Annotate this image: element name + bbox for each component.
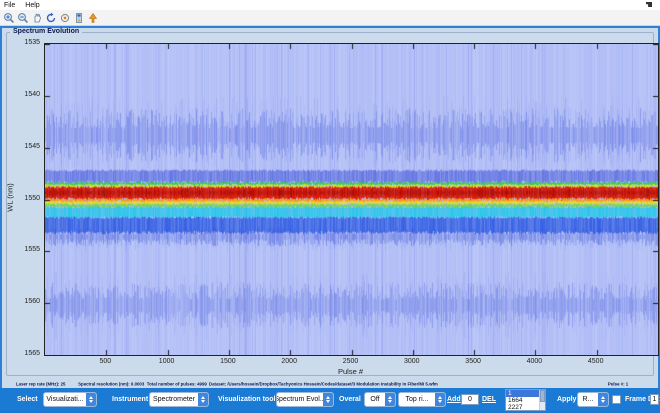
list-item[interactable]: 2227	[506, 404, 539, 410]
select-dropdown[interactable]: Visualizati...	[44, 393, 96, 406]
dropdown-arrows-icon	[198, 393, 208, 406]
delete-button[interactable]: DEL	[482, 396, 496, 403]
status-pulse-index: Pulse #: 1	[608, 382, 628, 387]
x-tick-label: 3500	[465, 358, 481, 365]
dropdown-arrows-icon	[385, 393, 395, 406]
status-pulses: Total number of pulses: 4999	[147, 382, 207, 387]
x-tick-label: 4500	[588, 358, 604, 365]
y-tick-label: 1565	[2, 350, 40, 357]
vis-tool-label: Visualization tool:	[218, 396, 278, 403]
status-dataset: Dataset: /Users/hossein/Dropbox/Tachyoni…	[209, 382, 438, 387]
colorbar-icon[interactable]	[73, 12, 85, 24]
main-panel: Spectrum Evolution 500 1000 1500 2000 2500 30…	[0, 26, 660, 413]
rotate-3d-icon[interactable]	[45, 12, 57, 24]
menu-file[interactable]: File	[4, 2, 15, 9]
y-tick-label: 1540	[2, 91, 40, 98]
overall-dropdown-value: Off	[365, 393, 385, 406]
position-dropdown-value: Top ri...	[399, 393, 435, 406]
window-menu-icon[interactable]	[646, 2, 652, 7]
vis-tool-dropdown-value: Spectrum Evol...	[277, 393, 323, 406]
x-tick-label: 2000	[281, 358, 297, 365]
x-tick-label: 500	[99, 358, 111, 365]
menu-bar: File Help	[0, 0, 660, 10]
y-axis-label: WL (nm)	[6, 128, 15, 268]
frame-ds-input[interactable]	[650, 394, 659, 405]
add-index-input[interactable]	[461, 394, 479, 405]
apply-checkbox[interactable]	[612, 395, 621, 404]
pulse-listbox[interactable]: 116642227	[505, 389, 546, 411]
dropdown-arrows-icon	[435, 393, 445, 406]
dropdown-arrows-icon	[323, 393, 333, 406]
x-axis-label: Pulse #	[44, 367, 657, 376]
x-tick-label: 4000	[527, 358, 543, 365]
control-bar: Select Visualizati... Instrument Spectro…	[0, 388, 660, 413]
pan-icon[interactable]	[31, 12, 43, 24]
select-label: Select	[17, 396, 38, 403]
dropdown-arrows-icon	[86, 393, 96, 406]
x-tick-label: 1000	[159, 358, 175, 365]
overall-dropdown[interactable]: Off	[365, 393, 395, 406]
edit-plot-icon[interactable]	[87, 12, 99, 24]
status-resolution: Spectral resolution (nm): 0.0003	[78, 382, 144, 387]
instrument-label: Instrument	[112, 396, 148, 403]
panel-title: Spectrum Evolution	[10, 28, 82, 35]
y-tick-label: 1560	[2, 298, 40, 305]
x-tick-label: 1500	[220, 358, 236, 365]
vis-tool-dropdown[interactable]: Spectrum Evol...	[277, 393, 333, 406]
zoom-out-icon[interactable]	[17, 12, 29, 24]
x-tick-label: 2500	[343, 358, 359, 365]
menu-help[interactable]: Help	[25, 2, 39, 9]
apply-dropdown[interactable]: R...	[578, 393, 608, 406]
figure-toolbar	[0, 10, 660, 26]
list-item[interactable]: 1	[506, 390, 539, 397]
status-rep-rate: Laser rep rate (MHz): 25	[16, 382, 65, 387]
add-button[interactable]: Add	[447, 396, 461, 403]
zoom-in-icon[interactable]	[3, 12, 15, 24]
listbox-scroll-thumb[interactable]	[540, 390, 545, 402]
instrument-dropdown[interactable]: Spectrometer	[150, 393, 208, 406]
position-dropdown[interactable]: Top ri...	[399, 393, 445, 406]
spectrum-heatmap[interactable]	[44, 43, 659, 356]
x-tick-label: 3000	[404, 358, 420, 365]
instrument-dropdown-value: Spectrometer	[150, 393, 198, 406]
apply-label: Apply	[557, 396, 576, 403]
overall-label: Overal	[339, 396, 361, 403]
dropdown-arrows-icon	[598, 393, 608, 406]
data-cursor-icon[interactable]	[59, 12, 71, 24]
apply-dropdown-value: R...	[578, 393, 598, 406]
list-item[interactable]: 1664	[506, 397, 539, 404]
app-window: File Help Spectrum Evolution	[0, 0, 660, 413]
y-tick-label: 1535	[2, 39, 40, 46]
select-dropdown-value: Visualizati...	[44, 393, 86, 406]
listbox-scrollbar[interactable]	[539, 390, 545, 410]
